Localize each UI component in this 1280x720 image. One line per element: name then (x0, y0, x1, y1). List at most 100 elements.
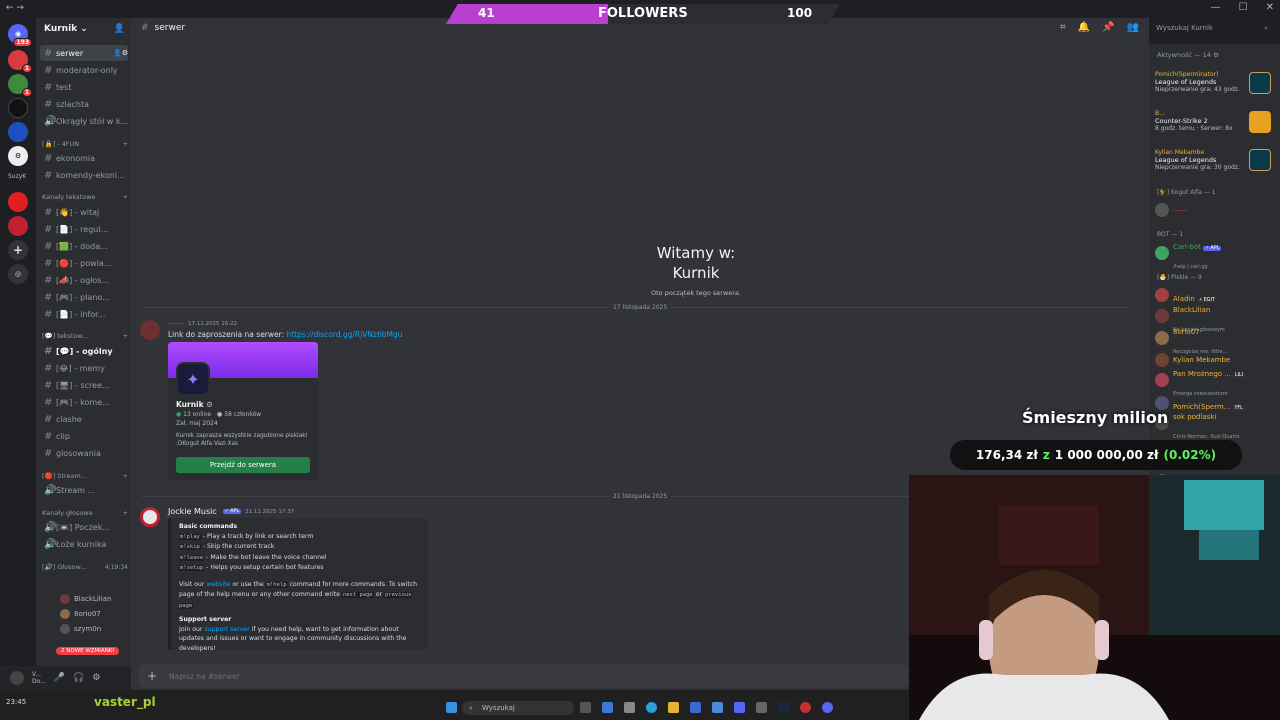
channel-witaj[interactable]: # [👋] - witaj (40, 204, 128, 220)
member-row[interactable]: 8orio07 Recognize me, little... (1155, 328, 1275, 355)
taskbar-search[interactable]: ⌕ Wyszukaj (462, 701, 574, 715)
server-icon[interactable] (8, 192, 28, 212)
back-arrow-icon[interactable]: ← → (6, 3, 24, 13)
search-input[interactable]: Wyszukaj Kurnik ⌕ (1150, 21, 1274, 37)
author-name[interactable]: —— (168, 319, 184, 328)
member-row[interactable]: —— (1155, 201, 1275, 219)
channel-komendy[interactable]: # komendy-ekoni... (40, 167, 128, 183)
add-channel-icon[interactable]: + (123, 509, 128, 517)
edge-browser-icon[interactable] (646, 702, 657, 713)
threads-icon[interactable]: ⌗ (1060, 22, 1066, 33)
avatar[interactable] (140, 320, 160, 340)
category-text2[interactable]: [💬] tekstow... + (42, 330, 128, 342)
member-row[interactable]: sok podlaski Chris Norman, Suzi Quatro (1155, 413, 1275, 440)
channel-clashe[interactable]: # clashe (40, 411, 128, 427)
channel-serwer[interactable]: # serwer 👤⚙ (40, 45, 128, 61)
task-view-icon[interactable] (580, 702, 591, 713)
hash-icon: # (44, 257, 53, 269)
category-4fun[interactable]: [🔒] - 4FUN + (42, 138, 128, 150)
channel-ogolny[interactable]: # [💬] - ogólny (40, 343, 128, 359)
website-link[interactable]: website (206, 581, 230, 588)
channel-poczekalnia[interactable]: 🔊 [📼] Poczek... (40, 519, 128, 535)
app-icon[interactable] (602, 702, 613, 713)
steam-icon[interactable] (778, 702, 789, 713)
app-icon[interactable] (756, 702, 767, 713)
member-status: /help | carl.gg (1173, 264, 1208, 270)
add-server-icon[interactable]: + (8, 240, 28, 260)
hash-icon: # (44, 345, 53, 357)
add-channel-icon[interactable]: + (123, 193, 128, 201)
channel-test[interactable]: # test (40, 79, 128, 95)
channel-powia[interactable]: # [🔴] - powia... (40, 255, 128, 271)
windows-start-icon[interactable] (446, 702, 457, 713)
channel-memy[interactable]: # [😂] - memy (40, 360, 128, 376)
channel-stream[interactable]: 🔊 Stream ... (40, 482, 128, 498)
channel-regulamin[interactable]: # [📄] - regul... (40, 221, 128, 237)
channel-plano[interactable]: # [🎮] - plano... (40, 289, 128, 305)
category-voice2[interactable]: [🔊] Głosow... 4:19:34 (42, 561, 128, 573)
server-icon[interactable]: ⚙ (8, 146, 28, 166)
channel-scree[interactable]: # [🖥] - scree... (40, 377, 128, 393)
voice-user[interactable]: BlackLilian (60, 594, 111, 604)
member-row[interactable]: Pan Mrożnego ... LILI Emerge sneeuwstorm (1155, 370, 1275, 397)
close-button[interactable]: ✕ (1266, 2, 1274, 13)
server-badge: 1 (21, 64, 32, 73)
member-row[interactable]: Carl-bot ✓ APL/help | carl.gg (1155, 243, 1275, 270)
server-icon[interactable]: 1 (8, 50, 32, 73)
channel-oglos[interactable]: # [📣] - ogłos... (40, 272, 128, 288)
channel-loze-kurnika[interactable]: 🔊 Łoże kurnika (40, 536, 128, 552)
support-link[interactable]: support server (204, 626, 249, 633)
add-channel-icon[interactable]: + (123, 332, 128, 340)
obs-icon[interactable] (800, 702, 811, 713)
app-icon[interactable] (822, 702, 833, 713)
channel-moderator-only[interactable]: # moderator-only (40, 62, 128, 78)
add-member-icon[interactable]: 👤 (114, 24, 125, 34)
voice-user[interactable]: szym0n (60, 624, 101, 634)
author-name[interactable]: Jockie Music (168, 507, 217, 516)
add-channel-icon[interactable]: + (123, 140, 128, 148)
add-channel-icon[interactable]: + (123, 472, 128, 480)
microphone-icon[interactable]: 🎤 (54, 673, 65, 683)
discord-icon[interactable] (734, 702, 745, 713)
settings-icon[interactable]: ⚙ (92, 673, 100, 683)
server-icon[interactable]: 1 (8, 74, 32, 97)
channel-ekonomia[interactable]: # ekonomia (40, 150, 128, 166)
headphones-icon[interactable]: 🎧 (73, 673, 84, 683)
server-icon[interactable] (8, 216, 28, 236)
channel-szlachta[interactable]: # szlachta (40, 96, 128, 112)
attach-plus-icon[interactable]: + (147, 669, 157, 683)
settings-icon[interactable]: 👤⚙ (113, 49, 128, 57)
app-icon[interactable] (624, 702, 635, 713)
embed-support-text: Join our support server if you need help… (179, 625, 420, 654)
discover-icon[interactable]: ◎ (8, 264, 28, 284)
direct-messages-icon[interactable]: ◉ 193 (8, 24, 32, 47)
message-composer[interactable]: + Napisz na #serwer (139, 664, 909, 688)
app-icon[interactable] (712, 702, 723, 713)
invite-link[interactable]: https://discord.gg/RjVNz6bMgu (287, 330, 403, 339)
app-icon[interactable] (690, 702, 701, 713)
server-icon[interactable] (8, 122, 28, 142)
channel-infor[interactable]: # [📄] - infor... (40, 306, 128, 322)
channel-okragly-stol[interactable]: 🔊 Okrągły stół w k... (40, 113, 128, 129)
channel-doda[interactable]: # [🟩] - doda... (40, 238, 128, 254)
members-icon[interactable]: 👥 (1127, 22, 1139, 33)
channel-clip[interactable]: # clip (40, 428, 128, 444)
category-stream[interactable]: [🔴] Stream... + (42, 470, 128, 482)
minimize-button[interactable]: — (1211, 2, 1221, 13)
join-server-button[interactable]: Przejdź do serwera (176, 457, 310, 473)
voice-user[interactable]: 8orio07 (60, 609, 101, 619)
file-explorer-icon[interactable] (668, 702, 679, 713)
avatar[interactable] (140, 507, 160, 527)
channel-kome[interactable]: # [🎮] - kome... (40, 394, 128, 410)
new-mentions-pill[interactable]: 2 NOWE WZMIANKI (56, 647, 120, 655)
server-header[interactable]: Kurnik ⌄ 👤 (36, 18, 131, 40)
money-goal: 1 000 000,00 zł (1054, 448, 1159, 462)
category-voice[interactable]: Kanały głosowe + (42, 507, 128, 519)
pin-icon[interactable]: 📌 (1102, 22, 1114, 33)
maximize-button[interactable]: ☐ (1239, 2, 1248, 13)
server-icon[interactable] (8, 98, 28, 118)
channel-glosowania[interactable]: # glosowania (40, 445, 128, 461)
user-avatar[interactable] (10, 671, 24, 685)
bell-icon[interactable]: 🔔 (1078, 22, 1090, 33)
category-text[interactable]: Kanały tekstowe + (42, 191, 128, 203)
